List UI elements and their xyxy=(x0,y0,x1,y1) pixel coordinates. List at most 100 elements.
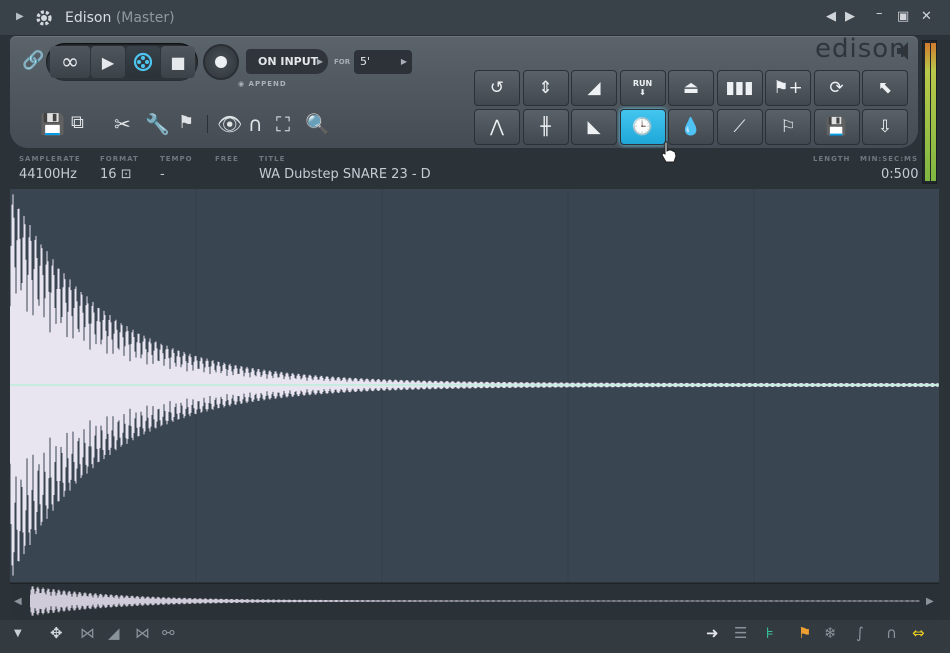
rocket-button[interactable]: ⏏ xyxy=(668,70,714,106)
link-icon[interactable]: 🔗 xyxy=(22,50,44,71)
time-stretch-button[interactable]: 🕒 xyxy=(619,109,666,145)
prev-arrow-icon[interactable]: ◀ xyxy=(826,9,836,24)
level-meter xyxy=(922,40,937,184)
brand-logo: edison xyxy=(815,34,907,64)
title-label: TITLE xyxy=(259,155,286,163)
stretch-arrows-icon[interactable]: ⇔ xyxy=(912,624,925,642)
record-button[interactable] xyxy=(203,44,239,80)
arrow-right-icon[interactable]: ➜ xyxy=(706,624,719,642)
waveform-view[interactable] xyxy=(10,189,939,582)
list-icon[interactable]: ☰ xyxy=(734,624,747,642)
free-label: FREE xyxy=(215,155,239,163)
rocket-icon: ⏏ xyxy=(682,78,700,98)
denoise-button[interactable]: ╫ xyxy=(522,109,569,145)
title-bar: ▶ Edison (Master) ◀ ▶ – ▣ ✕ xyxy=(0,0,950,36)
marker-icon[interactable]: ⚑ xyxy=(798,624,811,642)
caret-right-icon: ▶ xyxy=(400,57,407,66)
fade-out-button[interactable]: ◣ xyxy=(571,109,617,145)
magnet-icon[interactable]: ∩ xyxy=(248,112,263,136)
normalize-button[interactable]: ⇕ xyxy=(522,70,569,106)
collapse-arrow-icon[interactable]: ▶ xyxy=(16,11,24,22)
caret-right-icon: ▶ xyxy=(316,57,323,66)
cut-icon[interactable]: ✂ xyxy=(114,112,131,136)
format-value[interactable]: 16 ⊡ xyxy=(100,167,132,182)
save-icon[interactable]: 💾 xyxy=(40,112,65,136)
trigger-mode-select[interactable]: ON INPUT ▶ xyxy=(246,49,328,74)
fade-in-icon: ◢ xyxy=(587,78,601,98)
tempo-value[interactable]: - xyxy=(160,167,165,182)
window-title: Edison (Master) xyxy=(65,10,175,26)
convert-button[interactable]: ⟋ xyxy=(716,109,763,145)
meter-right-bar xyxy=(931,43,936,181)
region-flag-icon: ⚐ xyxy=(780,117,796,137)
transient-button[interactable]: ⋀ xyxy=(474,109,520,145)
close-icon[interactable]: ✕ xyxy=(921,9,932,24)
waveform-canvas xyxy=(10,189,939,582)
copy-icon[interactable]: ⧉ xyxy=(71,112,84,133)
ramp-icon[interactable]: ◢ xyxy=(108,624,120,642)
length-label: LENGTH xyxy=(813,155,851,163)
drop-button[interactable]: 💧 xyxy=(668,109,714,145)
split-icon: ⋀ xyxy=(490,117,504,137)
samplerate-value: 44100Hz xyxy=(19,167,77,182)
time-unit-label: MIN:SEC:MS xyxy=(860,155,918,163)
scroll-right-icon[interactable]: ▶ xyxy=(926,596,934,607)
magnet-snap-icon[interactable]: ∩ xyxy=(886,624,897,642)
add-marker-button[interactable]: ⚑+ xyxy=(765,70,811,106)
pan-icon[interactable]: ✥ xyxy=(50,624,63,642)
gear-icon[interactable] xyxy=(34,8,54,28)
samplerate-label: SAMPLERATE xyxy=(19,155,81,163)
feather-icon: ⟋ xyxy=(733,117,746,137)
stop-button[interactable]: ■ xyxy=(161,46,195,78)
snowflake-icon[interactable]: ❄ xyxy=(824,624,837,642)
send-icon: ⇩ xyxy=(877,117,893,137)
node-icon[interactable]: ⚯ xyxy=(162,624,175,642)
reel-icon xyxy=(133,52,153,72)
play-button[interactable]: ▶ xyxy=(91,46,125,78)
append-toggle[interactable]: ◉ APPEND xyxy=(238,80,287,88)
maximize-icon[interactable]: ▣ xyxy=(897,9,909,24)
drag-sample-button[interactable]: ⬉ xyxy=(862,70,908,106)
select-all-icon[interactable]: ⛶ xyxy=(276,112,290,136)
overview-scrollbar[interactable]: ◀ ▶ xyxy=(10,583,939,619)
normalize-icon: ⇕ xyxy=(538,78,553,98)
length-value: 0:500 xyxy=(881,167,919,182)
spectrum-button[interactable]: ▮▮▮ xyxy=(716,70,763,106)
scroll-left-icon[interactable]: ◀ xyxy=(14,596,22,607)
wrench-icon[interactable]: 🔧 xyxy=(145,112,170,136)
format-label: FORMAT xyxy=(100,155,139,163)
divider xyxy=(207,115,208,133)
zoom-icon[interactable]: 🔍 xyxy=(305,112,330,136)
scrub-button[interactable] xyxy=(126,46,160,78)
duration-select[interactable]: 5' ▶ xyxy=(354,50,412,74)
format-toggle-icon: ⊡ xyxy=(120,167,132,182)
shrink-icon[interactable]: ⋈ xyxy=(80,624,95,642)
align-icon[interactable]: ⊧ xyxy=(766,624,774,642)
refresh-icon: ⟳ xyxy=(829,78,844,98)
record-dot-icon xyxy=(215,56,227,68)
loop-button[interactable]: ∞ xyxy=(50,46,90,78)
fade-in-button[interactable]: ◢ xyxy=(571,70,617,106)
expand-icon[interactable]: ⋈ xyxy=(135,624,150,642)
menu-arrow-icon[interactable]: ▼ xyxy=(14,628,22,639)
save-plus-icon: 💾 xyxy=(825,117,848,137)
pointer-drag-icon: ⬉ xyxy=(877,78,893,98)
hand-cursor-icon xyxy=(661,141,677,163)
minimize-icon[interactable]: – xyxy=(876,6,883,21)
overview-waveform xyxy=(30,586,920,616)
sample-title[interactable]: WA Dubstep SNARE 23 - D xyxy=(259,167,431,182)
run-script-button[interactable]: RUN ⬇ xyxy=(619,70,666,106)
transport-group: ∞ ▶ ■ xyxy=(46,43,198,81)
meter-left-bar xyxy=(925,43,930,181)
loop-sample-button[interactable]: ⟳ xyxy=(813,70,860,106)
eye-icon[interactable]: 👁 xyxy=(217,112,242,136)
send-to-playlist-button[interactable]: ⇩ xyxy=(862,109,908,145)
speaker-icon[interactable] xyxy=(896,40,912,62)
next-arrow-icon[interactable]: ▶ xyxy=(845,9,855,24)
save-to-channel-button[interactable]: 💾 xyxy=(813,109,860,145)
droplet-icon: 💧 xyxy=(680,117,702,137)
marker-flag-icon[interactable]: ⚑ xyxy=(178,112,194,133)
region-button[interactable]: ⚐ xyxy=(765,109,811,145)
undo-button[interactable]: ↺ xyxy=(474,70,520,106)
curve-icon[interactable]: ∫ xyxy=(856,624,864,642)
